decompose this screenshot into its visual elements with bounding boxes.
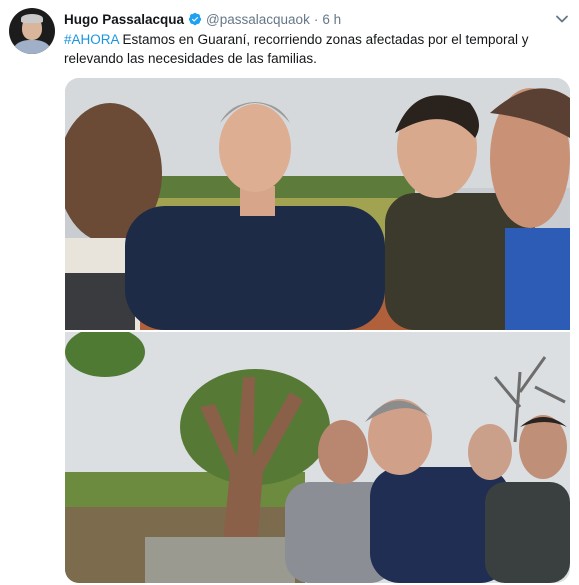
- tweet-time[interactable]: 6 h: [322, 12, 341, 27]
- avatar-hair: [21, 14, 43, 23]
- hashtag-link[interactable]: #AHORA: [64, 32, 119, 47]
- verified-badge-icon: [188, 12, 202, 26]
- tweet-text: #AHORA Estamos en Guaraní, recorriendo z…: [64, 30, 554, 68]
- chevron-down-icon[interactable]: [555, 12, 569, 26]
- avatar-shirt: [14, 40, 50, 54]
- tweet-text-body: Estamos en Guaraní, recorriendo zonas af…: [64, 32, 529, 66]
- tweet-photo-2[interactable]: [65, 332, 570, 583]
- author-name[interactable]: Hugo Passalacqua: [64, 12, 184, 27]
- tweet[interactable]: Hugo Passalacqua @passalacquaok · 6 h #A…: [0, 0, 579, 585]
- tweet-header: Hugo Passalacqua @passalacquaok · 6 h: [64, 10, 341, 28]
- avatar[interactable]: [9, 8, 55, 54]
- separator-dot: ·: [313, 11, 319, 27]
- author-handle[interactable]: @passalacquaok: [206, 12, 310, 27]
- tweet-photo-1[interactable]: [65, 78, 570, 330]
